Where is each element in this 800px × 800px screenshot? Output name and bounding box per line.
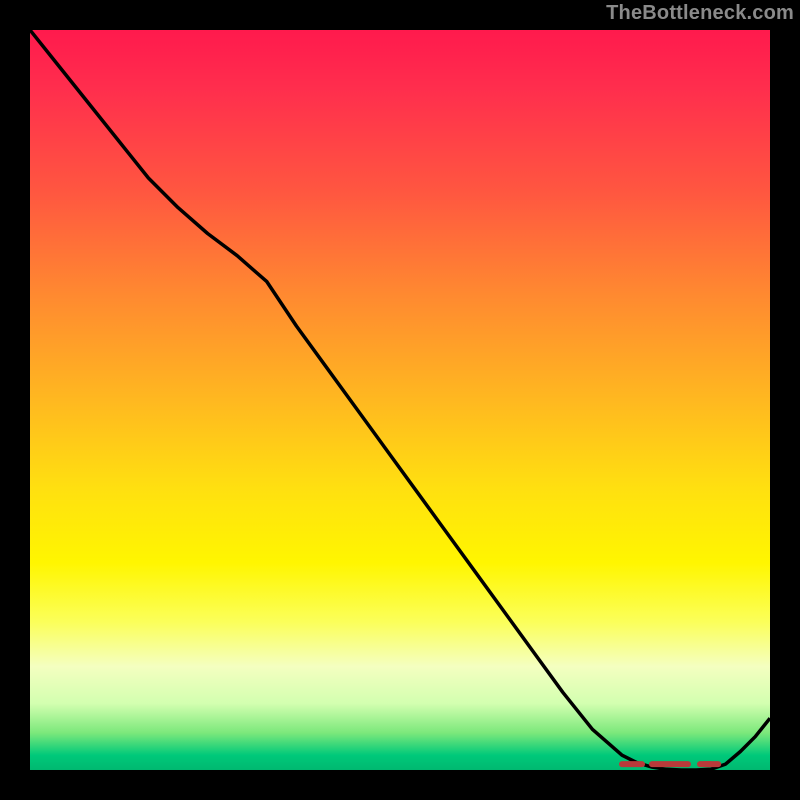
chart-svg — [30, 30, 770, 770]
watermark-text: TheBottleneck.com — [606, 2, 794, 25]
bottleneck-curve — [30, 30, 770, 770]
